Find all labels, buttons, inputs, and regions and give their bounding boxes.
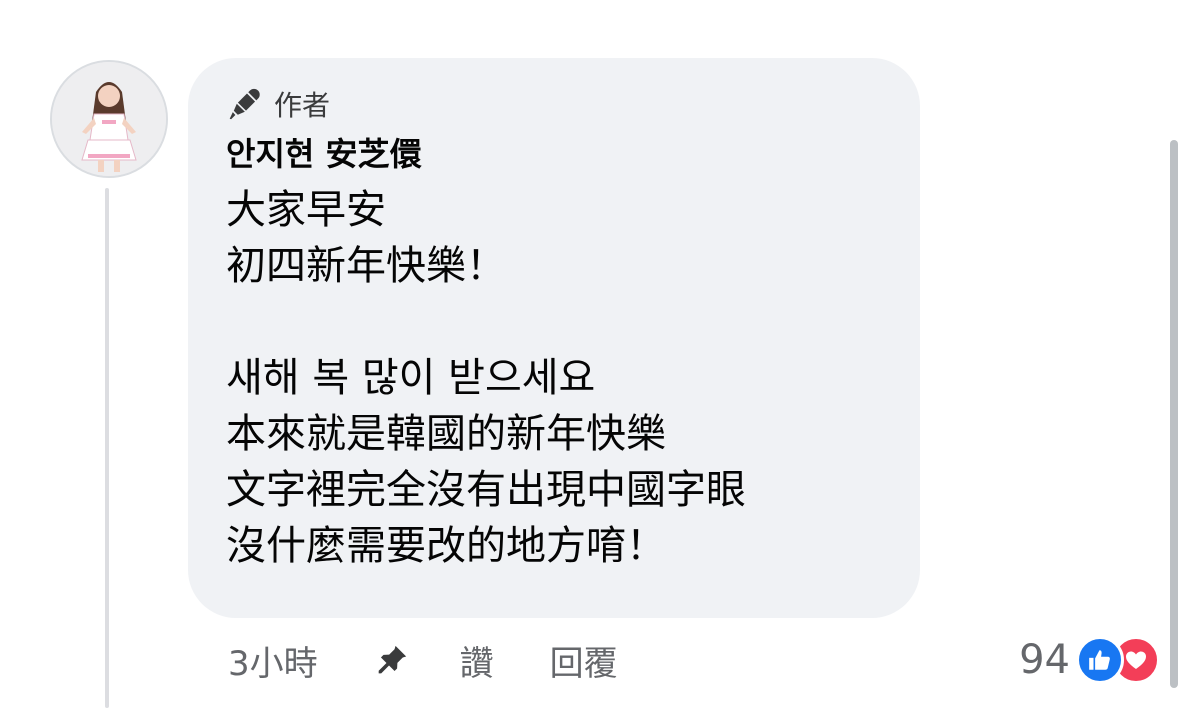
comment-bubble: 作者 안지현 安芝儇 大家早安 初四新年快樂！ 새해 복 많이 받으세요 本來就… — [188, 58, 920, 618]
avatar-image — [52, 62, 166, 176]
author-badge: 作者 — [226, 84, 880, 124]
comment-line: 大家早安 — [226, 187, 386, 233]
microphone-icon — [226, 85, 264, 123]
comment-line: 沒什麼需要改的地方唷！ — [226, 523, 666, 569]
comment-line: 文字裡完全沒有出現中國字眼 — [226, 467, 746, 513]
thread-line — [105, 188, 109, 708]
comment-line: 本來就是韓國的新年快樂 — [226, 411, 666, 457]
avatar[interactable] — [50, 60, 168, 178]
author-badge-label: 作者 — [274, 89, 331, 122]
comment-line: 初四新年快樂！ — [226, 243, 506, 289]
comment-text: 大家早安 初四新年快樂！ 새해 복 많이 받으세요 本來就是韓國的新年快樂 文字… — [226, 182, 880, 574]
pin-icon[interactable] — [374, 642, 410, 678]
like-icon — [1076, 636, 1124, 684]
reaction-count[interactable]: 94 — [1019, 637, 1070, 683]
author-name[interactable]: 안지현 安芝儇 — [226, 134, 880, 174]
comment-line: 새해 복 많이 받으세요 — [226, 355, 596, 401]
timestamp[interactable]: 3小時 — [228, 636, 318, 685]
comment-line — [226, 294, 880, 350]
reactions-summary[interactable]: 94 — [1019, 632, 1160, 688]
scrollbar[interactable] — [1170, 140, 1178, 688]
comment-actions: 3小時 讚 回覆 — [228, 632, 618, 688]
reply-button[interactable]: 回覆 — [550, 636, 618, 685]
like-button[interactable]: 讚 — [460, 636, 494, 685]
